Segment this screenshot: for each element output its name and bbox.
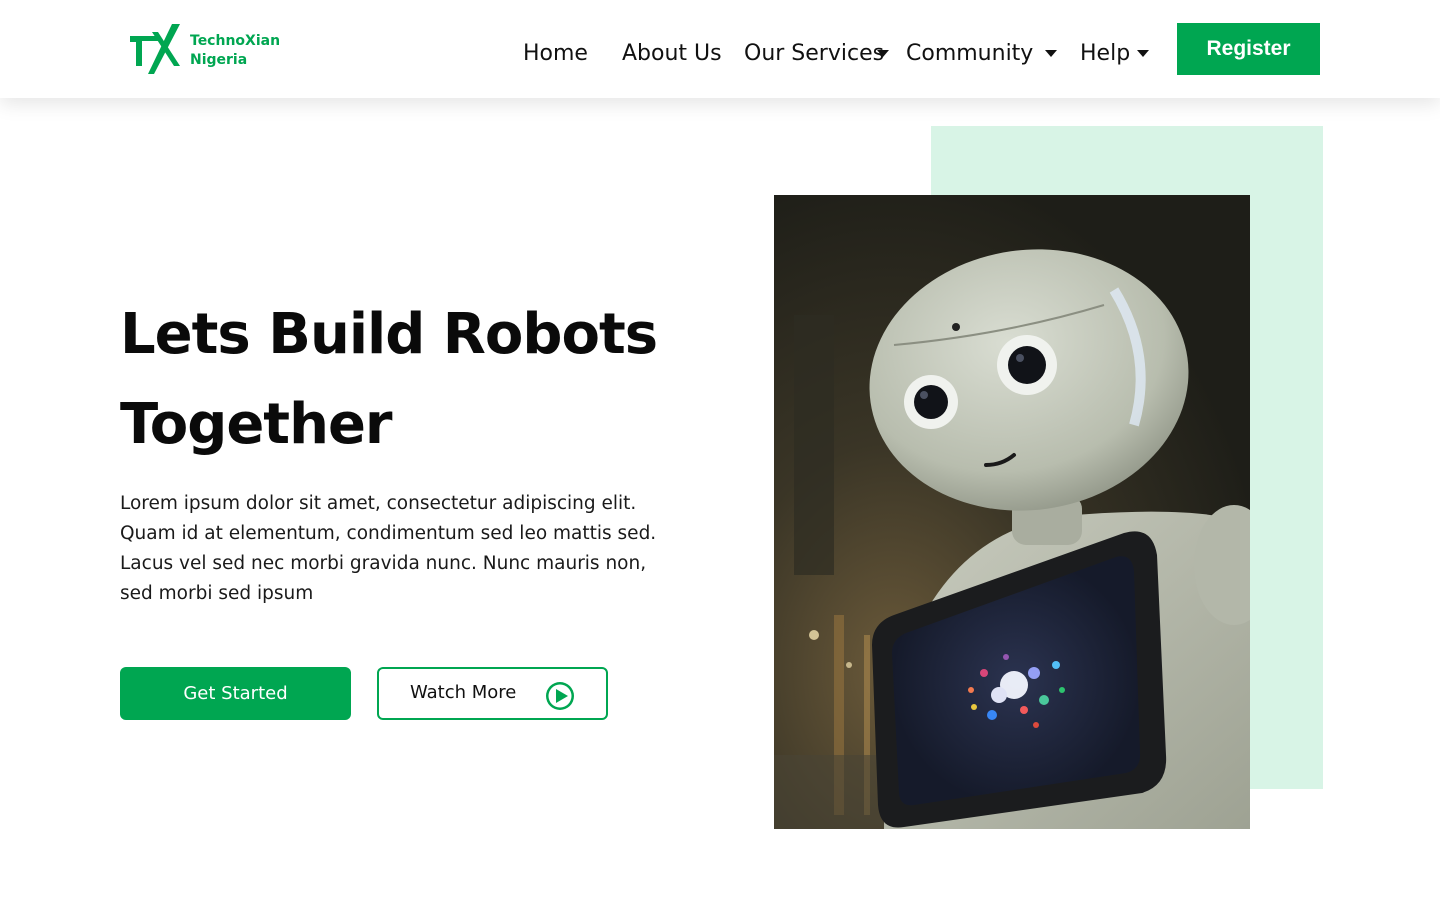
hero-description: Lorem ipsum dolor sit amet, consectetur … xyxy=(120,493,657,604)
nav-item-our-services[interactable]: Our Services xyxy=(744,38,884,70)
nav-item-about-us[interactable]: About Us xyxy=(622,38,722,70)
hero-title: Lets Build Robots Together xyxy=(120,290,720,470)
chevron-down-icon[interactable] xyxy=(1137,50,1149,57)
chevron-down-icon[interactable] xyxy=(1045,50,1057,57)
brand-name-line1: TechnoXian xyxy=(190,33,281,49)
register-button[interactable]: Register xyxy=(1177,23,1320,75)
brand-name-line2: Nigeria xyxy=(190,52,248,68)
get-started-button[interactable]: Get Started xyxy=(120,667,351,720)
watch-more-label: Watch More xyxy=(410,682,517,703)
play-circle-icon xyxy=(546,682,574,710)
brand-wordmark: TechnoXian Nigeria xyxy=(190,32,280,70)
hero-title-line2: Together xyxy=(120,392,393,457)
nav-item-help[interactable]: Help xyxy=(1080,38,1130,70)
nav-item-home[interactable]: Home xyxy=(523,38,588,70)
hero-title-line1: Lets Build Robots xyxy=(120,302,658,367)
site-header: TechnoXian Nigeria Home About Us Our Ser… xyxy=(0,0,1440,98)
robot-photo xyxy=(774,195,1250,829)
chevron-down-icon[interactable] xyxy=(877,50,889,57)
brand-monogram-icon xyxy=(130,24,180,74)
brand-logo[interactable]: TechnoXian Nigeria xyxy=(128,22,288,78)
nav-item-community[interactable]: Community xyxy=(906,38,1033,70)
watch-more-button[interactable]: Watch More xyxy=(377,667,608,720)
robot-image xyxy=(774,195,1250,829)
